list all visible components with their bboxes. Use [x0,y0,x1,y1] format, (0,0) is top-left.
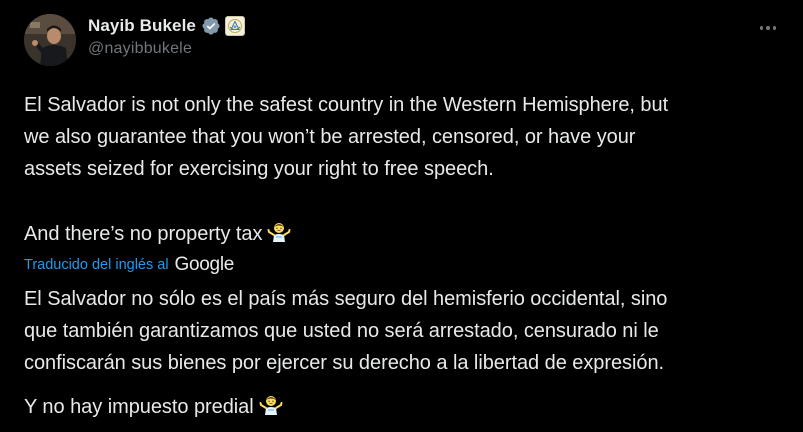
person-shrugging-emoji [259,393,283,427]
more-options-icon[interactable] [755,18,781,38]
tweet-line: confiscarán sus bienes por ejercer su de… [24,352,665,374]
tweet-translated-second-paragraph: Y no hay impuesto predial [24,391,794,427]
display-name[interactable]: Nayib Bukele [88,16,196,36]
tweet-line: And there’s no property tax [24,223,263,245]
government-seal-icon[interactable] [224,16,245,36]
tweet-line: que también garantizamos que usted no se… [24,320,659,342]
tweet-line: we also guarantee that you won’t be arre… [24,126,636,148]
name-row: Nayib Bukele [88,14,245,38]
translation-attribution: Traducido del inglés al Google [24,253,234,277]
dot [772,26,777,30]
google-logo: Google [174,254,235,275]
tweet-line: assets seized for exercising your right … [24,158,494,180]
verified-badge-icon[interactable] [201,16,221,36]
tweet-original-text: El Salvador is not only the safest count… [24,89,794,185]
tweet-card: Nayib Bukele @nayibbukele El Salvador is… [0,0,803,432]
tweet-header: Nayib Bukele @nayibbukele [88,14,245,58]
user-handle[interactable]: @nayibbukele [88,40,245,58]
dot [759,26,764,30]
tweet-line: Y no hay impuesto predial [24,396,254,418]
tweet-line: El Salvador no sólo es el país más segur… [24,288,668,310]
tweet-original-second-paragraph: And there’s no property tax [24,218,794,254]
avatar-image [24,14,76,66]
dot [766,26,770,30]
translated-from-link[interactable]: Traducido del inglés al [24,257,169,273]
person-shrugging-emoji [267,220,291,254]
tweet-translated-text: El Salvador no sólo es el país más segur… [24,283,794,379]
avatar[interactable] [24,14,76,66]
tweet-line: El Salvador is not only the safest count… [24,94,669,116]
